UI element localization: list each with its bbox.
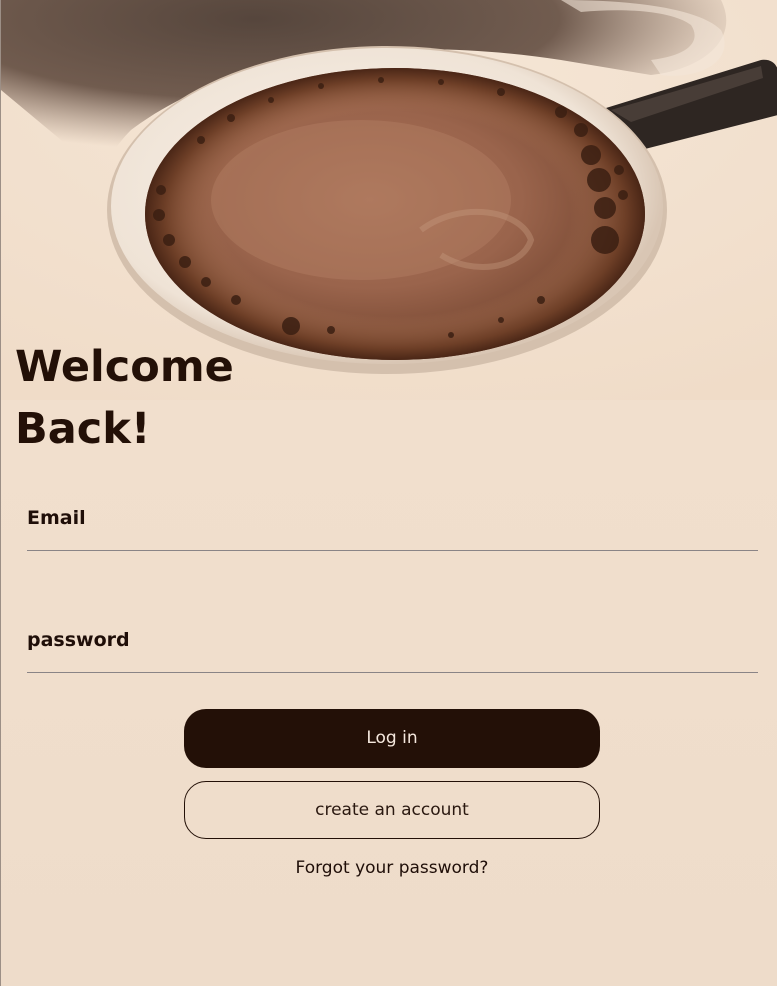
login-screen: Welcome Back! Email password Log in crea… [0, 0, 777, 986]
email-input[interactable] [27, 503, 758, 550]
forgot-password-link[interactable]: Forgot your password? [184, 858, 600, 878]
page-title: Welcome Back! [15, 342, 234, 454]
password-input[interactable] [27, 625, 758, 672]
password-field[interactable]: password [27, 625, 758, 673]
create-account-button[interactable]: create an account [184, 781, 600, 839]
login-button[interactable]: Log in [184, 709, 600, 768]
email-field[interactable]: Email [27, 503, 758, 551]
